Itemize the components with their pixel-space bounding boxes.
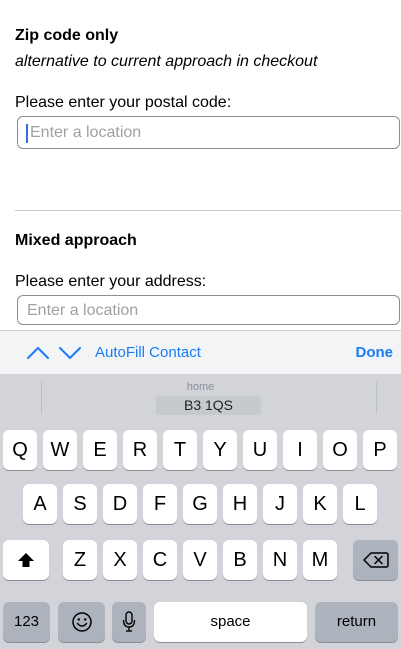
- key-x[interactable]: X: [103, 540, 137, 580]
- key-d[interactable]: D: [103, 484, 137, 524]
- key-l[interactable]: L: [343, 484, 377, 524]
- key-m[interactable]: M: [303, 540, 337, 580]
- key-q[interactable]: Q: [3, 430, 37, 470]
- suggestion-label: home: [186, 381, 215, 393]
- key-p[interactable]: P: [363, 430, 397, 470]
- address-placeholder: Enter a location: [27, 302, 139, 319]
- shift-key[interactable]: [3, 540, 49, 580]
- key-t[interactable]: T: [163, 430, 197, 470]
- emoji-key[interactable]: [58, 602, 105, 642]
- zip-section-title: Zip code only: [15, 27, 119, 44]
- chevron-up-icon[interactable]: [26, 341, 50, 365]
- key-b[interactable]: B: [223, 540, 257, 580]
- shift-arrow-icon: [18, 553, 34, 567]
- chevron-down-icon[interactable]: [58, 341, 82, 365]
- postal-code-label: Please enter your postal code:: [15, 94, 232, 111]
- mixed-section-title: Mixed approach: [15, 232, 137, 249]
- text-caret: [26, 124, 28, 143]
- microphone-key[interactable]: [112, 602, 146, 642]
- form-content: Zip code only alternative to current app…: [0, 0, 401, 330]
- emoji-icon: [71, 612, 92, 632]
- numbers-key[interactable]: 123: [3, 602, 50, 642]
- key-s[interactable]: S: [63, 484, 97, 524]
- section-divider: [15, 210, 401, 211]
- key-j[interactable]: J: [263, 484, 297, 524]
- autofill-contact-button[interactable]: AutoFill Contact: [95, 344, 201, 361]
- key-i[interactable]: I: [283, 430, 317, 470]
- key-g[interactable]: G: [183, 484, 217, 524]
- key-z[interactable]: Z: [63, 540, 97, 580]
- key-n[interactable]: N: [263, 540, 297, 580]
- key-o[interactable]: O: [323, 430, 357, 470]
- zip-section-subtitle: alternative to current approach in check…: [15, 53, 318, 70]
- suggestion-value[interactable]: B3 1QS: [156, 396, 261, 415]
- backspace-icon: [362, 552, 389, 568]
- key-e[interactable]: E: [83, 430, 117, 470]
- key-r[interactable]: R: [123, 430, 157, 470]
- postal-code-placeholder: Enter a location: [30, 124, 142, 141]
- postal-code-input[interactable]: Enter a location: [17, 116, 400, 149]
- microphone-icon: [122, 611, 136, 632]
- key-v[interactable]: V: [183, 540, 217, 580]
- backspace-key[interactable]: [353, 540, 398, 580]
- keyboard-accessory-toolbar: AutoFill Contact Done: [0, 330, 401, 374]
- key-c[interactable]: C: [143, 540, 177, 580]
- return-key[interactable]: return: [315, 602, 398, 642]
- space-key[interactable]: space: [154, 602, 307, 642]
- done-button[interactable]: Done: [356, 344, 394, 361]
- suggestion-bar: home B3 1QS: [0, 374, 401, 422]
- key-a[interactable]: A: [23, 484, 57, 524]
- key-k[interactable]: K: [303, 484, 337, 524]
- key-f[interactable]: F: [143, 484, 177, 524]
- key-w[interactable]: W: [43, 430, 77, 470]
- keyboard: home B3 1QS Q W E R T Y U I O P A S D F …: [0, 374, 401, 649]
- key-y[interactable]: Y: [203, 430, 237, 470]
- address-input[interactable]: Enter a location: [17, 295, 400, 325]
- key-h[interactable]: H: [223, 484, 257, 524]
- address-label: Please enter your address:: [15, 273, 207, 290]
- key-u[interactable]: U: [243, 430, 277, 470]
